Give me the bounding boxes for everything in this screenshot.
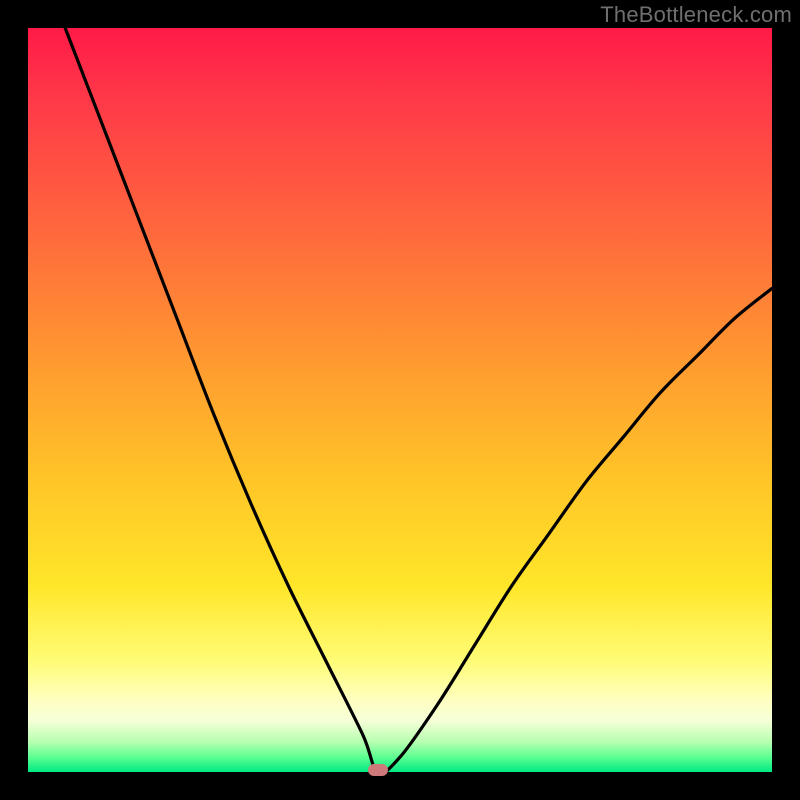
watermark-text: TheBottleneck.com	[600, 2, 792, 28]
plot-area	[28, 28, 772, 772]
optimum-marker	[368, 764, 388, 776]
bottleneck-curve	[28, 28, 772, 772]
chart-frame: TheBottleneck.com	[0, 0, 800, 800]
